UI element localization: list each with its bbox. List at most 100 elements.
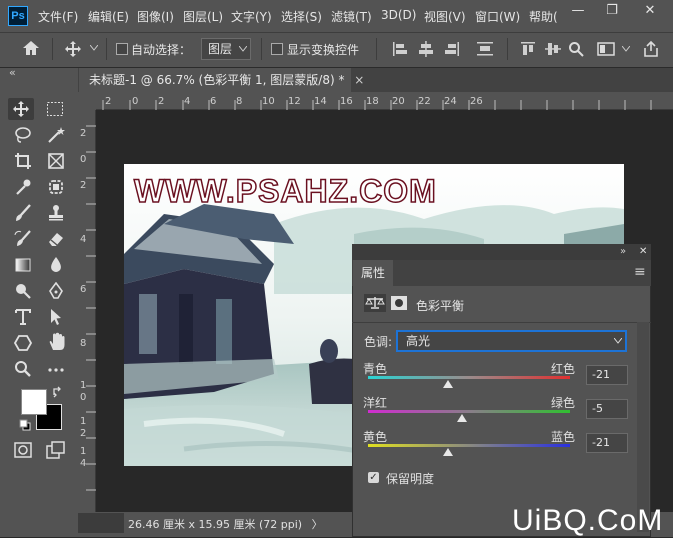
- screen-mode-icon[interactable]: [46, 441, 66, 459]
- panel-title-bar[interactable]: [352, 244, 651, 260]
- collapse-panel-icon[interactable]: »: [620, 246, 626, 257]
- align-horizontal-center-icon[interactable]: [418, 41, 434, 57]
- document-size-info[interactable]: 26.46 厘米 x 15.95 厘米 (72 ppi) 〉: [128, 516, 323, 532]
- tone-dropdown[interactable]: 高光: [396, 330, 627, 352]
- document-tab[interactable]: 未标题-1 @ 66.7% (色彩平衡 1, 图层蒙版/8) * ×: [79, 68, 364, 92]
- move-tool-icon[interactable]: [64, 40, 82, 58]
- share-icon[interactable]: [642, 40, 660, 58]
- tone-value: 高光: [406, 334, 431, 348]
- yellow-label: 黄色: [363, 430, 388, 444]
- ruler-label: 20: [392, 96, 405, 107]
- menu-image[interactable]: 图像(I): [137, 8, 174, 25]
- marquee-tool-icon[interactable]: [46, 101, 64, 117]
- workspace-icon[interactable]: [597, 42, 615, 56]
- menu-select[interactable]: 选择(S): [281, 8, 322, 25]
- chevron-down-icon[interactable]: [622, 46, 630, 52]
- preserve-luminosity-label: 保留明度: [386, 472, 435, 486]
- yellow-blue-value-input[interactable]: -21: [586, 433, 628, 453]
- preserve-luminosity-checkbox[interactable]: ✓: [368, 472, 379, 483]
- frame-tool-icon[interactable]: [47, 152, 65, 170]
- layer-mask-icon[interactable]: [391, 296, 407, 310]
- tone-label: 色调:: [364, 335, 393, 349]
- move-tool-icon[interactable]: [12, 100, 30, 118]
- magenta-green-slider-track[interactable]: [368, 410, 570, 413]
- ruler-label: 4: [184, 96, 191, 107]
- lasso-tool-icon[interactable]: [14, 126, 32, 144]
- status-arrow-icon[interactable]: 〉: [312, 518, 323, 531]
- more-tools-icon[interactable]: [47, 366, 65, 374]
- pen-tool-icon[interactable]: [47, 282, 65, 300]
- status-text: 26.46 厘米 x 15.95 厘米 (72 ppi): [128, 518, 303, 531]
- properties-panel: [352, 244, 651, 537]
- home-icon[interactable]: [22, 40, 40, 56]
- cyan-red-slider-track[interactable]: [368, 376, 570, 379]
- hand-tool-icon[interactable]: [47, 332, 67, 352]
- yellow-blue-slider-thumb[interactable]: [442, 448, 453, 456]
- auto-select-checkbox[interactable]: [116, 43, 128, 55]
- spot-healing-icon[interactable]: [47, 178, 65, 196]
- align-right-icon[interactable]: [444, 41, 460, 57]
- align-top-icon[interactable]: [520, 41, 536, 57]
- align-vertical-center-icon[interactable]: [545, 41, 561, 57]
- yellow-blue-slider-track[interactable]: [368, 444, 570, 447]
- cyan-red-slider-thumb[interactable]: [442, 380, 453, 388]
- panel-scrollbar[interactable]: [637, 322, 649, 532]
- zoom-field[interactable]: [78, 513, 124, 533]
- divider: [507, 38, 508, 60]
- close-window-button[interactable]: ✕: [634, 0, 666, 22]
- eyedropper-icon[interactable]: [14, 178, 32, 196]
- search-icon[interactable]: [568, 41, 584, 57]
- dodge-tool-icon[interactable]: [14, 282, 32, 300]
- cyan-label: 青色: [363, 362, 388, 376]
- menu-edit[interactable]: 编辑(E): [88, 8, 129, 25]
- restore-button[interactable]: ❐: [596, 0, 628, 22]
- panel-menu-icon[interactable]: ≡: [634, 264, 646, 280]
- path-selection-icon[interactable]: [47, 308, 65, 326]
- foreground-color-swatch[interactable]: [21, 389, 47, 415]
- close-panel-icon[interactable]: ✕: [639, 246, 647, 257]
- collapse-icon[interactable]: «: [9, 66, 16, 79]
- ruler-label: 14: [314, 96, 327, 107]
- dropdown-value: 图层: [208, 42, 233, 56]
- menu-filter[interactable]: 滤镜(T): [331, 8, 372, 25]
- show-transform-checkbox[interactable]: [271, 43, 283, 55]
- crop-tool-icon[interactable]: [14, 152, 32, 170]
- align-left-icon[interactable]: [392, 41, 408, 57]
- history-brush-icon[interactable]: [14, 230, 32, 248]
- zoom-tool-icon[interactable]: [14, 360, 32, 378]
- magenta-green-value-input[interactable]: -5: [586, 399, 628, 419]
- eraser-tool-icon[interactable]: [47, 230, 65, 248]
- chevron-down-icon[interactable]: [90, 45, 98, 51]
- default-colors-icon[interactable]: [19, 419, 31, 431]
- distribute-vertical-icon[interactable]: [476, 41, 494, 57]
- quick-mask-icon[interactable]: [14, 442, 32, 458]
- divider: [52, 38, 53, 60]
- divider: [376, 38, 377, 60]
- magic-wand-icon[interactable]: [47, 126, 65, 144]
- menu-file[interactable]: 文件(F): [38, 8, 78, 25]
- minimize-button[interactable]: —: [562, 0, 594, 22]
- shape-tool-icon[interactable]: [14, 334, 32, 352]
- menu-type[interactable]: 文字(Y): [231, 8, 272, 25]
- menu-layer[interactable]: 图层(L): [183, 8, 223, 25]
- menu-window[interactable]: 窗口(W): [475, 8, 520, 25]
- ruler-label: 2: [80, 128, 87, 139]
- blur-tool-icon[interactable]: [47, 256, 65, 274]
- menu-help[interactable]: 帮助(: [529, 8, 558, 25]
- magenta-green-slider-thumb[interactable]: [456, 414, 467, 422]
- tab-properties[interactable]: 属性: [353, 260, 393, 286]
- ruler-label: 8: [236, 96, 243, 107]
- gradient-tool-icon[interactable]: [14, 256, 32, 274]
- ruler-label: 4: [80, 234, 87, 245]
- cyan-red-value-input[interactable]: -21: [586, 365, 628, 385]
- clone-stamp-icon[interactable]: [47, 204, 65, 222]
- ruler-label: 26: [470, 96, 483, 107]
- menu-view[interactable]: 视图(V): [424, 8, 466, 25]
- type-tool-icon[interactable]: [14, 308, 32, 326]
- close-tab-icon[interactable]: ×: [354, 73, 364, 87]
- brush-tool-icon[interactable]: [14, 204, 32, 222]
- menu-3d[interactable]: 3D(D): [381, 8, 416, 22]
- auto-select-label: 自动选择：: [131, 43, 192, 57]
- chevron-down-icon: [239, 46, 247, 52]
- swap-colors-icon[interactable]: [52, 386, 64, 398]
